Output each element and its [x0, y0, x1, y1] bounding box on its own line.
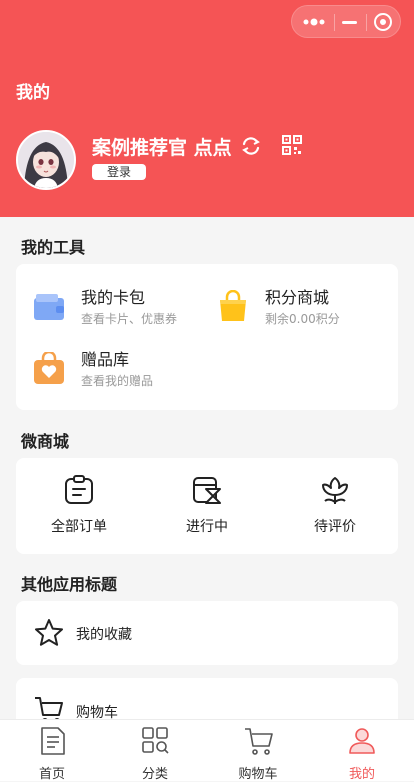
tab-label: 购物车: [238, 767, 278, 782]
favorites-label: 我的收藏: [76, 627, 132, 643]
capsule-divider: [366, 14, 367, 31]
tool-name: 赠品库: [81, 350, 130, 369]
flower-icon: [322, 477, 348, 504]
minimize-icon[interactable]: [342, 21, 357, 24]
username: 案例推荐官 点点: [92, 137, 232, 159]
tool-desc: 查看我的赠品: [81, 374, 154, 388]
in-progress-button[interactable]: 进行中: [152, 458, 262, 554]
tool-desc: 查看卡片、优惠券: [81, 312, 178, 326]
order-label: 进行中: [186, 519, 228, 535]
capsule-divider: [334, 14, 335, 31]
tab-label: 我的: [348, 767, 375, 782]
document-icon: [41, 727, 65, 755]
tab-mine[interactable]: 我的: [310, 720, 414, 782]
tool-name: 我的卡包: [81, 288, 146, 307]
switch-account-icon[interactable]: [240, 135, 262, 157]
qr-code-icon[interactable]: [282, 135, 302, 155]
shop-card: 全部订单 进行中 待评价: [16, 458, 398, 554]
cart-icon: [245, 728, 273, 755]
shopping-bag-icon: [220, 290, 246, 321]
tab-label: 分类: [141, 767, 168, 782]
user-icon: [349, 728, 375, 754]
mini-program-capsule: [291, 5, 401, 38]
tab-cart[interactable]: 购物车: [206, 720, 310, 782]
gift-bag-icon: [34, 352, 64, 384]
more-dots-icon[interactable]: [302, 16, 330, 28]
tab-label: 首页: [38, 767, 65, 782]
login-button[interactable]: 登录: [92, 164, 146, 180]
avatar[interactable]: [16, 130, 76, 190]
other-section-title: 其他应用标题: [21, 575, 118, 594]
tab-category[interactable]: 分类: [103, 720, 207, 782]
page-title: 我的: [16, 83, 50, 103]
tools-card: 我的卡包 查看卡片、优惠券 积分商城 剩余0.00积分 赠品库 查看我的赠品: [16, 264, 398, 410]
favorites-row[interactable]: 我的收藏: [16, 601, 398, 665]
avatar-image: [18, 132, 74, 188]
all-orders-button[interactable]: 全部订单: [24, 458, 134, 554]
order-label: 全部订单: [51, 519, 107, 535]
hourglass-icon: [193, 477, 221, 504]
star-icon: [35, 619, 63, 646]
bottom-tab-bar: 首页 分类 购物车 我的: [0, 719, 414, 782]
tool-name: 积分商城: [265, 288, 330, 307]
tool-desc: 剩余0.00积分: [265, 312, 340, 326]
shop-section-title: 微商城: [21, 432, 70, 451]
tools-section-title: 我的工具: [21, 238, 86, 257]
category-grid-icon: [142, 727, 169, 754]
clipboard-icon: [65, 475, 93, 504]
target-icon[interactable]: [374, 13, 392, 31]
to-review-button[interactable]: 待评价: [280, 458, 390, 554]
wallet-icon: [34, 294, 64, 320]
tab-home[interactable]: 首页: [0, 720, 104, 782]
profile-header: 我的 案例推荐官 点点 登录: [0, 0, 414, 217]
order-label: 待评价: [314, 519, 356, 535]
